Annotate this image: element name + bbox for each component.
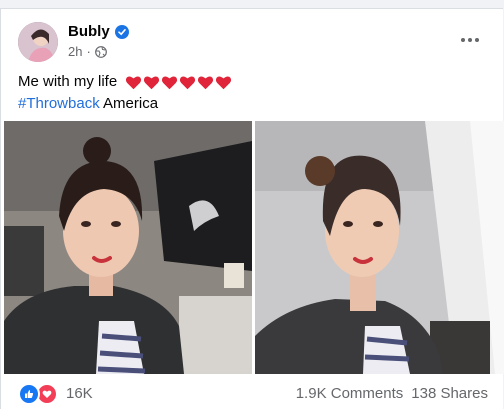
red-heart-icon — [216, 76, 232, 89]
author-name[interactable]: Bubly — [68, 23, 110, 40]
post-time[interactable]: 2h — [68, 44, 82, 59]
reaction-count[interactable]: 16K — [66, 385, 93, 402]
verified-badge-icon — [114, 24, 129, 39]
red-heart-icon — [180, 76, 196, 89]
post-caption: Me with my life — [18, 73, 118, 90]
photo-2[interactable] — [255, 121, 504, 374]
red-heart-icon — [126, 76, 142, 89]
red-heart-icon — [198, 76, 214, 89]
more-dot-icon — [461, 38, 465, 42]
post-text-line1: Me with my life — [18, 71, 232, 93]
reaction-icons[interactable] — [18, 383, 58, 405]
hashtag-link[interactable]: #Throwback — [18, 95, 100, 112]
post-meta: 2h · — [68, 44, 107, 59]
more-options-button[interactable] — [452, 28, 488, 52]
post-footer: 16K 1.9K Comments 138 Shares — [18, 381, 488, 405]
shares-count[interactable]: 138 Shares — [411, 385, 488, 402]
post-text-line2: #Throwback America — [18, 93, 232, 115]
globe-icon — [94, 45, 107, 58]
red-heart-icon — [144, 76, 160, 89]
more-dot-icon — [475, 38, 479, 42]
post-card: Bubly 2h · Me with my life #Throwback Am — [0, 8, 504, 409]
engagement-stats: 1.9K Comments 138 Shares — [296, 385, 488, 402]
photo-1[interactable] — [4, 121, 252, 374]
avatar[interactable] — [18, 22, 58, 62]
post-text: Me with my life #Throwback America — [18, 71, 232, 115]
photo-grid — [4, 121, 504, 374]
post-header: Bubly 2h · — [18, 22, 488, 64]
like-icon — [18, 383, 40, 405]
red-heart-icon — [162, 76, 178, 89]
more-dot-icon — [468, 38, 472, 42]
comments-count[interactable]: 1.9K Comments — [296, 385, 404, 402]
author-row: Bubly — [68, 23, 129, 40]
location-text: America — [103, 95, 159, 112]
meta-separator: · — [86, 44, 91, 59]
hearts — [125, 74, 232, 91]
